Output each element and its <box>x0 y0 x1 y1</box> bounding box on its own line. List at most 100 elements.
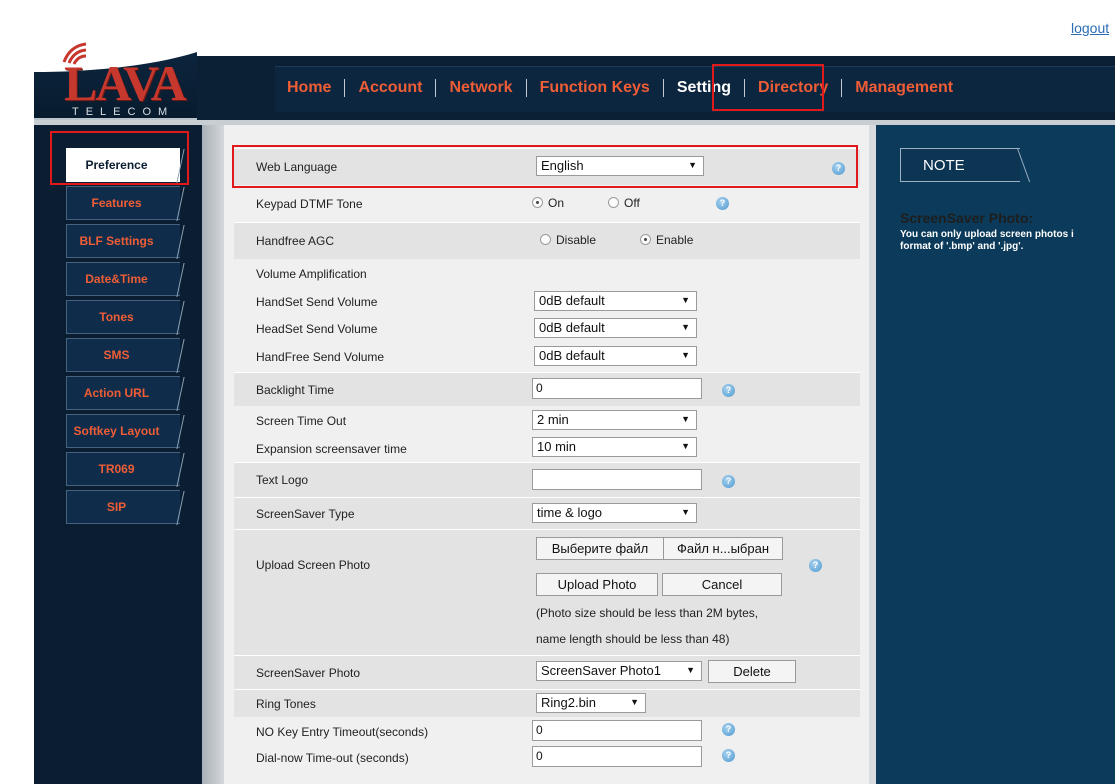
logout-link[interactable]: logout <box>1071 20 1109 36</box>
screensaver-type-value: time & logo <box>537 505 603 520</box>
dropdown-arrow-icon: ▼ <box>630 697 639 707</box>
row-handfree-agc: Handfree AGC Disable Enable <box>234 222 860 259</box>
nav-network[interactable]: Network <box>449 79 512 97</box>
headset-send-volume-label: HeadSet Send Volume <box>256 322 378 336</box>
dtmf-on-label: On <box>548 196 565 210</box>
sidebar-item-blf-settings[interactable]: BLF Settings <box>66 224 180 258</box>
sidebar-item-action-url[interactable]: Action URL <box>66 376 180 410</box>
sidebar-item-label: Features <box>91 196 142 210</box>
screen-time-out-value: 2 min <box>537 412 569 427</box>
dropdown-arrow-icon: ▼ <box>681 350 690 360</box>
backlight-time-label: Backlight Time <box>256 383 335 397</box>
note-line-2: format of '.bmp' and '.jpg'. <box>900 241 1024 252</box>
sidebar-item-sip[interactable]: SIP <box>66 490 180 524</box>
help-icon[interactable]: ? <box>722 723 735 736</box>
nav-separator <box>344 79 346 97</box>
dtmf-off-radio[interactable] <box>608 197 619 208</box>
row-text-logo: Text Logo ? <box>234 462 860 497</box>
backlight-time-input[interactable]: 0 <box>532 378 702 399</box>
row-handfree-send-volume: HandFree Send Volume 0dB default ▼ <box>234 344 860 372</box>
dial-now-timeout-input[interactable]: 0 <box>532 746 702 767</box>
nav-function-keys[interactable]: Function Keys <box>540 79 650 97</box>
nav-separator <box>662 79 664 97</box>
row-ring-tones: Ring Tones Ring2.bin ▼ <box>234 689 860 717</box>
ring-tones-label: Ring Tones <box>256 697 316 711</box>
sidebar-item-label: BLF Settings <box>79 234 154 248</box>
dtmf-on-radio[interactable] <box>532 197 543 208</box>
nav-management[interactable]: Management <box>855 79 953 97</box>
sidebar-item-tr069[interactable]: TR069 <box>66 452 180 486</box>
nav-separator <box>525 79 527 97</box>
row-screensaver-photo: ScreenSaver Photo ScreenSaver Photo1 ▼ De… <box>234 655 860 689</box>
sidebar-item-label: Tones <box>99 310 134 324</box>
row-dial-now-timeout: Dial-now Time-out (seconds) 0 ? <box>234 745 860 773</box>
sidebar-item-date-time[interactable]: Date&Time <box>66 262 180 296</box>
help-icon[interactable]: ? <box>722 749 735 762</box>
dial-now-timeout-label: Dial-now Time-out (seconds) <box>256 751 409 765</box>
note-title: ScreenSaver Photo: <box>900 210 1034 226</box>
screen-time-out-select[interactable]: 2 min ▼ <box>532 410 697 430</box>
text-logo-label: Text Logo <box>256 473 309 487</box>
row-keypad-dtmf: Keypad DTMF Tone On Off ? <box>234 185 860 222</box>
handfree-agc-label: Handfree AGC <box>256 234 335 248</box>
logo: LAVA TELECOM <box>34 18 197 120</box>
sidebar-item-label: SIP <box>106 500 127 514</box>
agc-enable-radio[interactable] <box>640 234 651 245</box>
handfree-send-volume-label: HandFree Send Volume <box>256 350 385 364</box>
upload-hint-line1: (Photo size should be less than 2M bytes… <box>536 606 759 620</box>
help-icon[interactable]: ? <box>809 559 822 572</box>
headset-send-volume-value: 0dB default <box>539 320 605 335</box>
note-tab: NOTE <box>900 148 1020 182</box>
agc-disable-radio[interactable] <box>540 234 551 245</box>
dropdown-arrow-icon: ▼ <box>681 507 690 517</box>
nav-separator <box>841 79 843 97</box>
screensaver-photo-select[interactable]: ScreenSaver Photo1 ▼ <box>536 661 702 681</box>
expansion-saver-select[interactable]: 10 min ▼ <box>532 437 697 457</box>
dropdown-arrow-icon: ▼ <box>686 665 695 675</box>
sidebar-item-tones[interactable]: Tones <box>66 300 180 334</box>
dropdown-arrow-icon: ▼ <box>681 295 690 305</box>
help-icon[interactable]: ? <box>722 475 735 488</box>
handset-send-volume-value: 0dB default <box>539 293 605 308</box>
sidebar-item-softkey-layout[interactable]: Softkey Layout <box>66 414 180 448</box>
nav-account[interactable]: Account <box>358 79 422 97</box>
dropdown-arrow-icon: ▼ <box>681 441 690 451</box>
sidebar-list: Preference Features BLF Settings Date&Ti… <box>66 148 180 528</box>
no-key-timeout-input[interactable]: 0 <box>532 720 702 741</box>
text-logo-input[interactable] <box>532 469 702 490</box>
page: logout LAVA TELECOM Home Account Network… <box>0 0 1115 784</box>
handset-send-volume-label: HandSet Send Volume <box>256 295 378 309</box>
handfree-send-volume-value: 0dB default <box>539 348 605 363</box>
row-handset-send-volume: HandSet Send Volume 0dB default ▼ <box>234 288 860 316</box>
no-key-timeout-label: NO Key Entry Timeout(seconds) <box>256 725 429 739</box>
ring-tones-value: Ring2.bin <box>541 695 596 710</box>
upload-photo-button[interactable]: Upload Photo <box>536 573 658 596</box>
preference-highlight-box <box>50 131 189 185</box>
file-status-label: Файл н...ыбран <box>663 537 783 560</box>
note-body: You can only upload screen photos i form… <box>900 229 1115 253</box>
screensaver-type-select[interactable]: time & logo ▼ <box>532 503 697 523</box>
headset-send-volume-select[interactable]: 0dB default ▼ <box>534 318 697 338</box>
expansion-saver-label: Expansion screensaver time <box>256 442 407 456</box>
screensaver-photo-label: ScreenSaver Photo <box>256 666 361 680</box>
handfree-send-volume-select[interactable]: 0dB default ▼ <box>534 346 697 366</box>
dropdown-arrow-icon: ▼ <box>681 414 690 424</box>
cancel-button[interactable]: Cancel <box>662 573 782 596</box>
help-icon[interactable]: ? <box>722 384 735 397</box>
ring-tones-select[interactable]: Ring2.bin ▼ <box>536 693 646 713</box>
help-icon[interactable]: ? <box>716 197 729 210</box>
screensaver-photo-value: ScreenSaver Photo1 <box>541 663 661 678</box>
preference-form: Web Language English ▼ ? Keypad DTMF Tone… <box>234 148 860 773</box>
row-expansion-saver: Expansion screensaver time 10 min ▼ <box>234 435 860 462</box>
handset-send-volume-select[interactable]: 0dB default ▼ <box>534 291 697 311</box>
row-headset-send-volume: HeadSet Send Volume 0dB default ▼ <box>234 316 860 344</box>
agc-enable-label: Enable <box>656 233 694 247</box>
nav-home[interactable]: Home <box>287 79 331 97</box>
sidebar-shade <box>202 125 224 784</box>
sidebar-item-label: Action URL <box>83 386 150 400</box>
delete-button[interactable]: Delete <box>708 660 796 683</box>
sidebar-item-features[interactable]: Features <box>66 186 180 220</box>
sidebar-item-sms[interactable]: SMS <box>66 338 180 372</box>
row-no-key-timeout: NO Key Entry Timeout(seconds) 0 ? <box>234 717 860 745</box>
choose-file-button[interactable]: Выберите файл <box>536 537 664 560</box>
